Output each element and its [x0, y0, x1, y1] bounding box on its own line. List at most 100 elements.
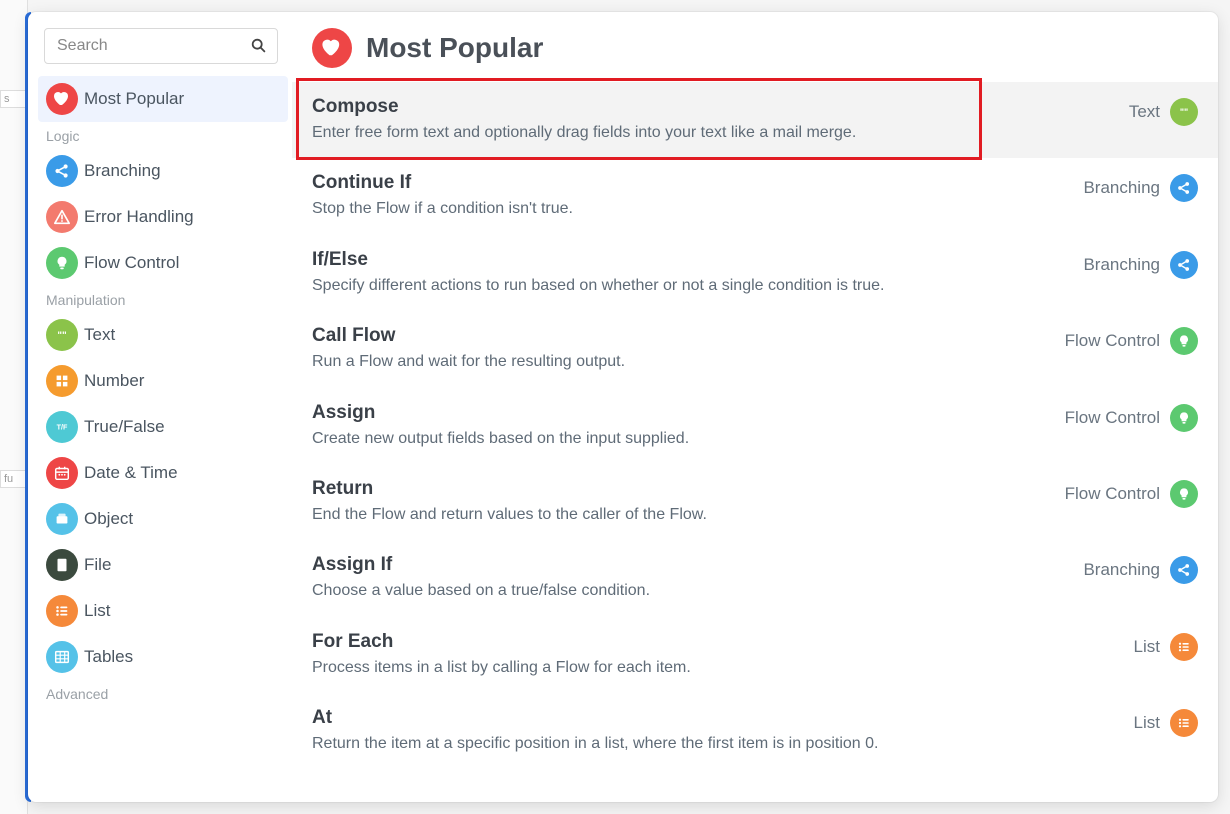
function-category: Flow Control — [1065, 402, 1198, 432]
function-title: Return — [312, 478, 1045, 500]
bulb-icon — [46, 247, 78, 279]
list-icon — [1170, 709, 1198, 737]
function-row-for-each[interactable]: For Each Process items in a list by calli… — [292, 617, 1218, 693]
function-description: Stop the Flow if a condition isn't true. — [312, 198, 1063, 220]
function-description: Run a Flow and wait for the resulting ou… — [312, 351, 1045, 373]
list-icon — [46, 595, 78, 627]
function-text: AssignCreate new output fields based on … — [312, 402, 1065, 450]
sidebar-item-error-handling[interactable]: Error Handling — [38, 194, 288, 240]
object-icon — [46, 503, 78, 535]
share-icon — [1170, 174, 1198, 202]
table-icon — [46, 641, 78, 673]
function-text: Return End the Flow and return values to … — [312, 478, 1065, 526]
function-row-call-flow[interactable]: Call Flow Run a Flow and wait for the res… — [292, 311, 1218, 387]
sidebar-item-number[interactable]: Number — [38, 358, 288, 404]
share-icon — [46, 155, 78, 187]
function-row-continue-if[interactable]: Continue If Stop the Flow if a condition … — [292, 158, 1218, 234]
sidebar-item-label: Number — [84, 371, 144, 391]
function-text: If/ElseSpecify different actions to run … — [312, 249, 1083, 297]
tf-icon — [46, 411, 78, 443]
function-category-label: List — [1134, 637, 1160, 657]
function-list-main: Most Popular Compose Enter free form text… — [292, 12, 1218, 802]
sidebar-item-label: Flow Control — [84, 253, 179, 273]
list-icon — [1170, 633, 1198, 661]
quote-icon — [46, 319, 78, 351]
function-category-label: Branching — [1083, 255, 1160, 275]
function-category-label: List — [1134, 713, 1160, 733]
search-input[interactable] — [44, 28, 278, 64]
function-row-return[interactable]: Return End the Flow and return values to … — [292, 464, 1218, 540]
sidebar-item-date-time[interactable]: Date & Time — [38, 450, 288, 496]
search-wrap — [44, 28, 278, 64]
sidebar-group-label: Manipulation — [38, 286, 288, 312]
heart-icon — [312, 28, 352, 68]
sidebar-item-label: File — [84, 555, 111, 575]
function-category: Flow Control — [1065, 478, 1198, 508]
function-row-assign-if[interactable]: Assign IfChoose a value based on a true/… — [292, 540, 1218, 616]
sidebar-item-flow-control[interactable]: Flow Control — [38, 240, 288, 286]
sidebar-item-true-false[interactable]: True/False — [38, 404, 288, 450]
function-category: List — [1134, 707, 1198, 737]
share-icon — [1170, 251, 1198, 279]
function-title: At — [312, 707, 1114, 729]
function-row-compose[interactable]: Compose Enter free form text and optional… — [292, 82, 1218, 158]
function-row-assign[interactable]: AssignCreate new output fields based on … — [292, 388, 1218, 464]
sidebar-item-most-popular[interactable]: Most Popular — [38, 76, 288, 122]
sidebar-item-label: Tables — [84, 647, 133, 667]
bulb-icon — [1170, 327, 1198, 355]
sidebar-group-label: Logic — [38, 122, 288, 148]
function-description: Choose a value based on a true/false con… — [312, 580, 1063, 602]
page-title: Most Popular — [366, 32, 543, 64]
sidebar-item-text[interactable]: Text — [38, 312, 288, 358]
bulb-icon — [1170, 404, 1198, 432]
grid-icon — [46, 365, 78, 397]
bg-stub: fu — [0, 470, 25, 488]
function-category-label: Flow Control — [1065, 484, 1160, 504]
function-category: Branching — [1083, 172, 1198, 202]
function-row-if-else[interactable]: If/ElseSpecify different actions to run … — [292, 235, 1218, 311]
function-row-at[interactable]: AtReturn the item at a specific position… — [292, 693, 1218, 769]
sidebar-item-label: Object — [84, 509, 133, 529]
function-title: Compose — [312, 96, 1109, 118]
sidebar-item-label: Text — [84, 325, 115, 345]
function-category: Flow Control — [1065, 325, 1198, 355]
function-title: Continue If — [312, 172, 1063, 194]
function-title: Call Flow — [312, 325, 1045, 347]
background-left-strip: s fu — [0, 0, 28, 814]
function-description: Enter free form text and optionally drag… — [312, 122, 1109, 144]
function-category: Branching — [1083, 249, 1198, 279]
share-icon — [1170, 556, 1198, 584]
function-text: Assign IfChoose a value based on a true/… — [312, 554, 1083, 602]
function-text: AtReturn the item at a specific position… — [312, 707, 1134, 755]
function-title: If/Else — [312, 249, 1063, 271]
sidebar-item-label: Date & Time — [84, 463, 178, 483]
function-description: End the Flow and return values to the ca… — [312, 504, 1045, 526]
function-text: For Each Process items in a list by calli… — [312, 631, 1134, 679]
function-category-label: Text — [1129, 102, 1160, 122]
sidebar-item-label: Most Popular — [84, 89, 184, 109]
calendar-icon — [46, 457, 78, 489]
function-text: Continue If Stop the Flow if a condition … — [312, 172, 1083, 220]
sidebar-item-label: Branching — [84, 161, 161, 181]
function-description: Create new output fields based on the in… — [312, 428, 1045, 450]
function-category: Text — [1129, 96, 1198, 126]
function-description: Process items in a list by calling a Flo… — [312, 657, 1114, 679]
file-icon — [46, 549, 78, 581]
quote-icon — [1170, 98, 1198, 126]
function-title: For Each — [312, 631, 1114, 653]
sidebar-group-label: Advanced — [38, 680, 288, 706]
sidebar-item-object[interactable]: Object — [38, 496, 288, 542]
sidebar-item-tables[interactable]: Tables — [38, 634, 288, 680]
function-category-label: Flow Control — [1065, 408, 1160, 428]
sidebar-item-label: Error Handling — [84, 207, 194, 227]
category-sidebar: Most Popular Logic Branching Error Handlin… — [28, 12, 292, 802]
function-category-label: Branching — [1083, 560, 1160, 580]
sidebar-item-label: True/False — [84, 417, 165, 437]
sidebar-item-label: List — [84, 601, 110, 621]
sidebar-item-list[interactable]: List — [38, 588, 288, 634]
alert-icon — [46, 201, 78, 233]
bg-stub: s — [0, 90, 25, 108]
sidebar-item-file[interactable]: File — [38, 542, 288, 588]
sidebar-item-branching[interactable]: Branching — [38, 148, 288, 194]
bulb-icon — [1170, 480, 1198, 508]
